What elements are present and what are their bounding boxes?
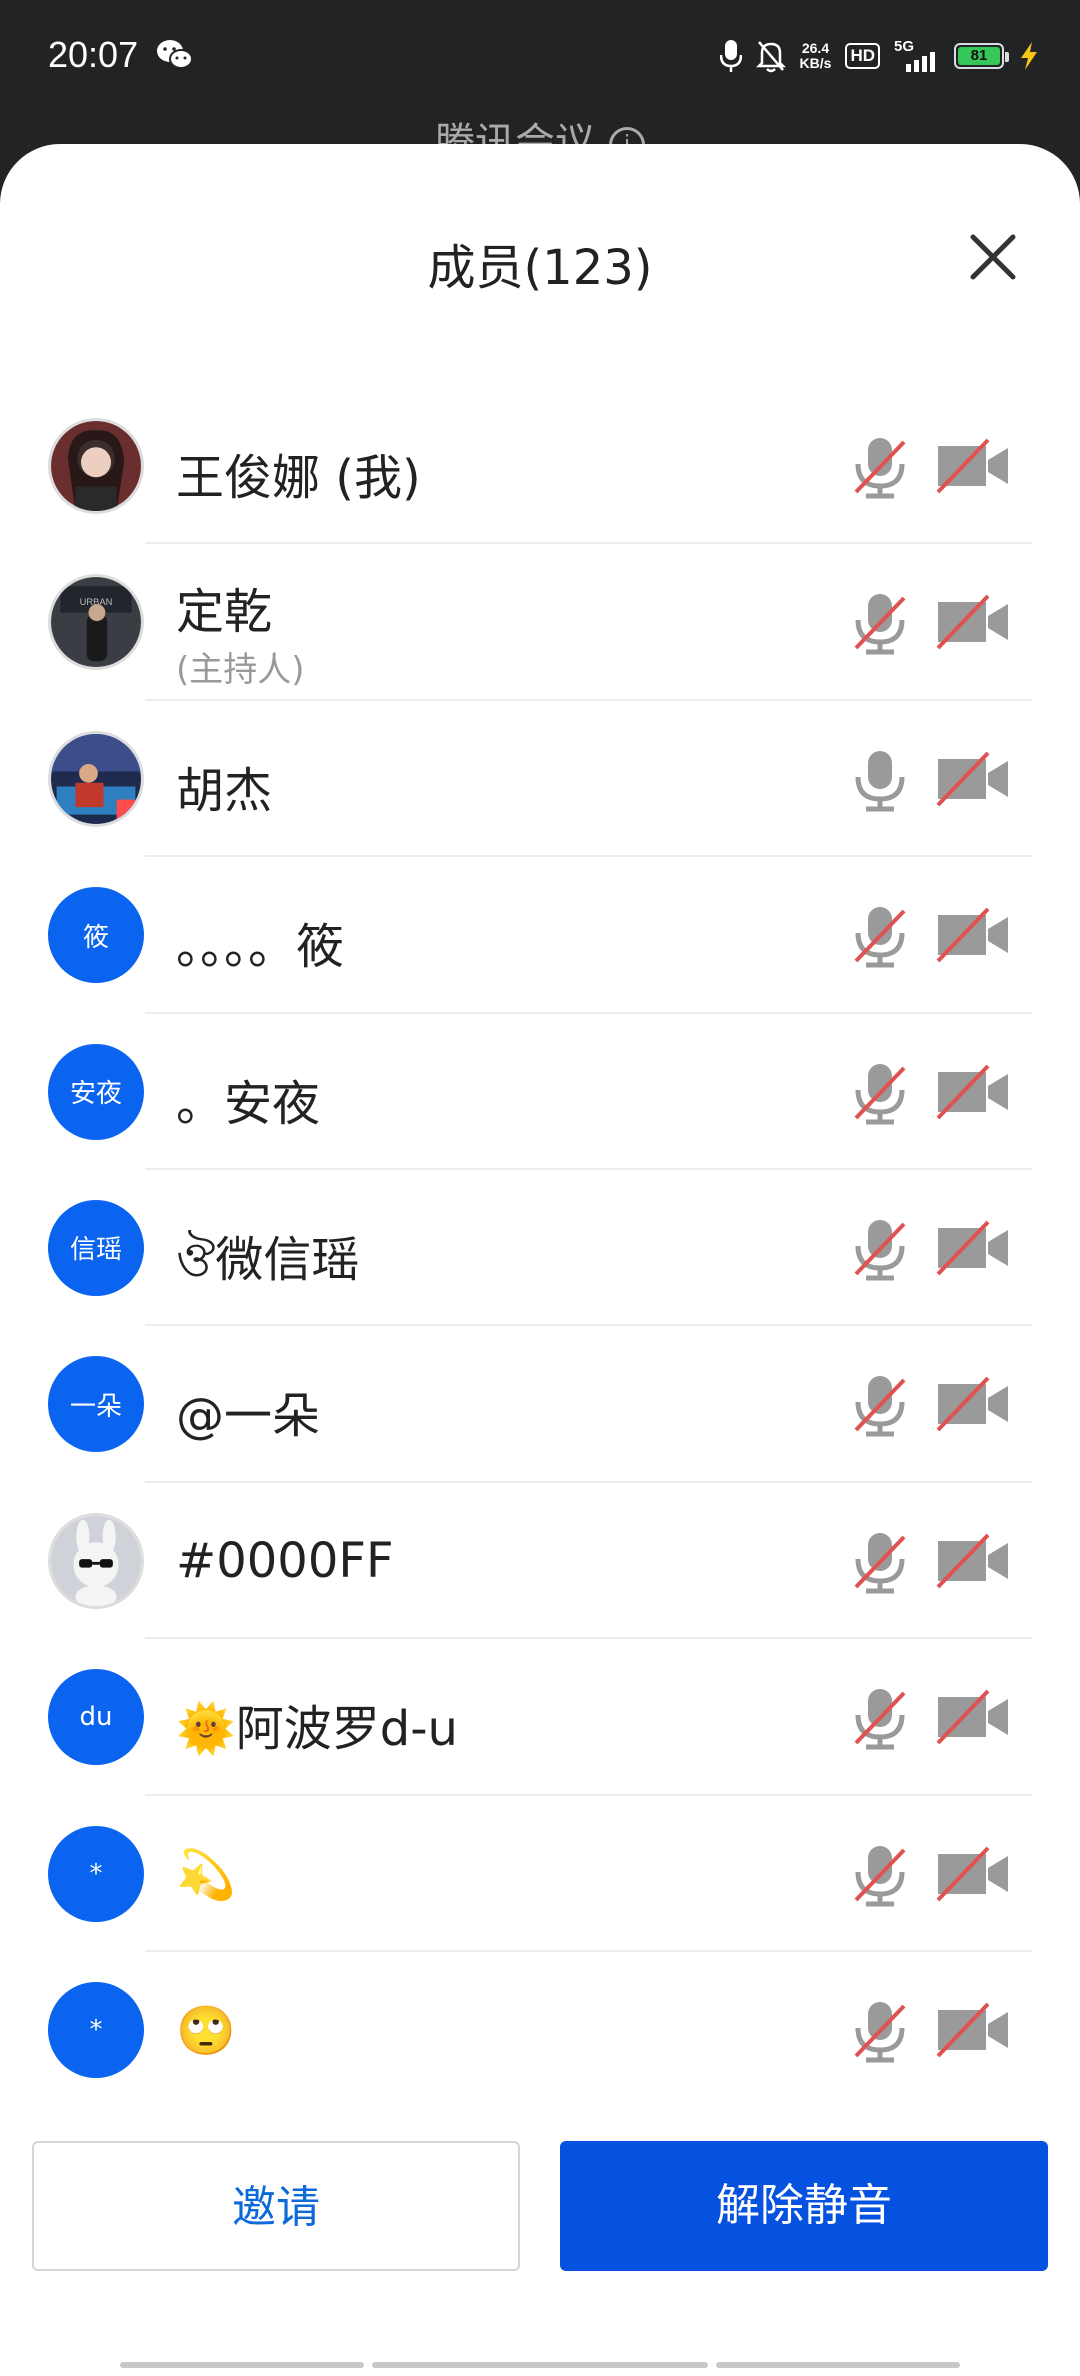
avatar: du bbox=[48, 1669, 144, 1766]
microphone-muted-icon bbox=[854, 2001, 906, 2063]
member-row[interactable]: 一朵 @一朵 bbox=[0, 1326, 1080, 1483]
member-name: 🙄 bbox=[176, 2002, 236, 2059]
avatar: 筱 bbox=[48, 887, 144, 984]
camera-off-icon bbox=[936, 595, 1008, 650]
bell-muted-icon bbox=[755, 41, 786, 73]
member-row[interactable]: 胡杰 bbox=[0, 701, 1080, 858]
member-row[interactable]: 信瑶 ঔ微信瑶 bbox=[0, 1170, 1080, 1327]
battery-level: 81 bbox=[958, 47, 1000, 65]
hd-badge: HD bbox=[845, 43, 880, 69]
close-icon[interactable] bbox=[965, 229, 1021, 285]
signal-icon: 5G bbox=[894, 38, 940, 74]
avatar: URBAN bbox=[48, 574, 144, 671]
camera-off-icon bbox=[936, 1220, 1008, 1276]
charging-icon bbox=[1021, 42, 1037, 70]
nav-indicator bbox=[372, 2362, 708, 2368]
microphone-icon bbox=[855, 750, 905, 812]
microphone-muted-icon bbox=[854, 1063, 906, 1125]
microphone-muted-icon bbox=[854, 438, 906, 499]
microphone-muted-icon bbox=[854, 1532, 906, 1594]
microphone-muted-icon bbox=[854, 1376, 906, 1437]
avatar bbox=[48, 1512, 144, 1609]
avatar: 安夜 bbox=[48, 1043, 144, 1140]
member-name: 定乾 bbox=[176, 584, 273, 641]
member-row[interactable]: du 🌞阿波罗d-u bbox=[0, 1639, 1080, 1796]
member-name: 💫 bbox=[176, 1846, 236, 1903]
member-name: 🌞阿波罗d-u bbox=[176, 1701, 458, 1758]
battery-icon: 81 bbox=[954, 43, 1009, 69]
member-name: 。。。。筱 bbox=[176, 919, 345, 976]
status-icons: 26.4 KB/s HD 5G 81 bbox=[719, 36, 1040, 76]
camera-off-icon bbox=[936, 1533, 1008, 1589]
member-name: 。安夜 bbox=[176, 1075, 321, 1132]
member-name: @一朵 bbox=[176, 1388, 321, 1445]
microphone-status-icon bbox=[719, 40, 742, 72]
avatar: 信瑶 bbox=[48, 1199, 144, 1296]
camera-off-icon bbox=[936, 438, 1008, 494]
member-row[interactable]: * 🙄 bbox=[0, 1952, 1080, 2108]
wechat-icon bbox=[157, 40, 193, 69]
members-sheet: 成员(123) 王俊娜 (我) URBAN 定乾 (主持人) 胡杰 筱 。。。。… bbox=[0, 144, 1080, 2376]
member-row[interactable]: #0000FF bbox=[0, 1483, 1080, 1640]
status-bar: 20:07 26.4 KB/s HD 5G 81 bbox=[0, 0, 1080, 115]
member-name: ঔ微信瑶 bbox=[176, 1231, 360, 1288]
member-role: (主持人) bbox=[176, 650, 305, 691]
camera-off-icon bbox=[936, 1689, 1008, 1745]
microphone-muted-icon bbox=[854, 907, 906, 968]
camera-off-icon bbox=[936, 1376, 1008, 1432]
avatar bbox=[48, 418, 144, 514]
member-list: 王俊娜 (我) URBAN 定乾 (主持人) 胡杰 筱 。。。。筱 安夜 。安夜… bbox=[0, 388, 1080, 2108]
avatar: * bbox=[48, 1825, 144, 1922]
member-name: #0000FF bbox=[176, 1532, 394, 1589]
unmute-button[interactable]: 解除静音 bbox=[560, 2141, 1048, 2271]
nav-indicator bbox=[120, 2362, 364, 2368]
member-row[interactable]: 筱 。。。。筱 bbox=[0, 857, 1080, 1014]
avatar bbox=[48, 730, 144, 827]
avatar: 一朵 bbox=[48, 1356, 144, 1453]
microphone-muted-icon bbox=[854, 1845, 906, 1907]
avatar: * bbox=[48, 1981, 144, 2078]
member-row[interactable]: 王俊娜 (我) bbox=[0, 388, 1080, 545]
microphone-muted-icon bbox=[854, 1219, 906, 1281]
network-speed: 26.4 KB/s bbox=[799, 40, 832, 71]
microphone-muted-icon bbox=[854, 1689, 906, 1750]
camera-off-icon bbox=[936, 907, 1008, 963]
camera-off-icon bbox=[936, 1064, 1008, 1119]
member-name: 胡杰 bbox=[176, 762, 273, 819]
member-row[interactable]: 安夜 。安夜 bbox=[0, 1014, 1080, 1170]
status-time: 20:07 bbox=[48, 34, 139, 75]
camera-off-icon bbox=[936, 1846, 1008, 1901]
member-name: 王俊娜 (我) bbox=[176, 450, 421, 506]
nav-indicator bbox=[716, 2362, 960, 2368]
invite-button[interactable]: 邀请 bbox=[32, 2141, 520, 2271]
sheet-title: 成员(123) bbox=[427, 240, 653, 296]
camera-off-icon bbox=[936, 2002, 1008, 2058]
member-row[interactable]: * 💫 bbox=[0, 1796, 1080, 1952]
microphone-muted-icon bbox=[854, 594, 906, 655]
camera-off-icon bbox=[936, 751, 1008, 807]
member-row[interactable]: URBAN 定乾 (主持人) bbox=[0, 544, 1080, 701]
